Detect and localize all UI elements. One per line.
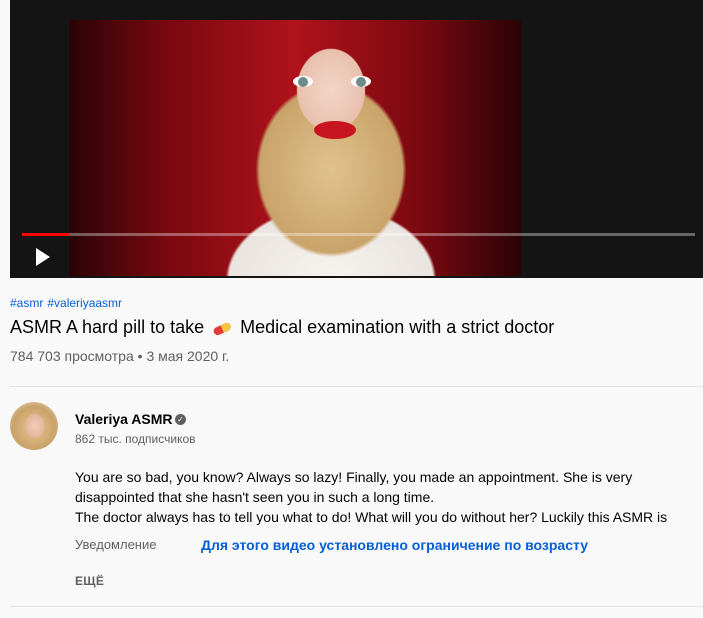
- description-line: You are so bad, you know? Always so lazy…: [75, 469, 633, 505]
- notice-label: Уведомление: [75, 537, 157, 552]
- publish-date: 3 мая 2020 г.: [146, 348, 230, 364]
- video-thumbnail-detail: [351, 76, 371, 87]
- progress-bar-fill: [22, 233, 70, 236]
- divider: [10, 386, 703, 387]
- video-description: You are so bad, you know? Always so lazy…: [75, 467, 695, 527]
- hashtag-link[interactable]: #valeriyaasmr: [47, 296, 122, 310]
- video-title: ASMR A hard pill to take Medical examina…: [10, 314, 554, 340]
- progress-bar[interactable]: [22, 233, 695, 236]
- age-restriction-link[interactable]: Для этого видео установлено ограничение …: [201, 537, 588, 553]
- view-count: 784 703 просмотра: [10, 348, 134, 364]
- video-frame[interactable]: [69, 20, 521, 276]
- divider: [10, 606, 703, 607]
- meta-separator: •: [137, 348, 143, 364]
- verified-check-icon: ✓: [175, 414, 186, 425]
- video-title-text: ASMR A hard pill to take: [10, 317, 205, 337]
- video-player[interactable]: [10, 0, 703, 278]
- channel-name[interactable]: Valeriya ASMR: [75, 411, 173, 427]
- description-line: The doctor always has to tell you what t…: [75, 509, 668, 525]
- show-more-button[interactable]: ЕЩЁ: [75, 574, 104, 588]
- video-thumbnail-detail: [293, 76, 313, 87]
- hashtags: #asmr #valeriyaasmr: [10, 296, 126, 310]
- channel-avatar[interactable]: [10, 402, 58, 450]
- pill-emoji-icon: [213, 322, 231, 335]
- video-thumbnail-detail: [314, 121, 356, 139]
- play-icon[interactable]: [36, 248, 50, 266]
- hashtag-link[interactable]: #asmr: [10, 296, 43, 310]
- video-title-text: Medical examination with a strict doctor: [240, 317, 555, 337]
- subscriber-count: 862 тыс. подписчиков: [75, 432, 196, 446]
- video-meta: 784 703 просмотра • 3 мая 2020 г.: [10, 348, 229, 364]
